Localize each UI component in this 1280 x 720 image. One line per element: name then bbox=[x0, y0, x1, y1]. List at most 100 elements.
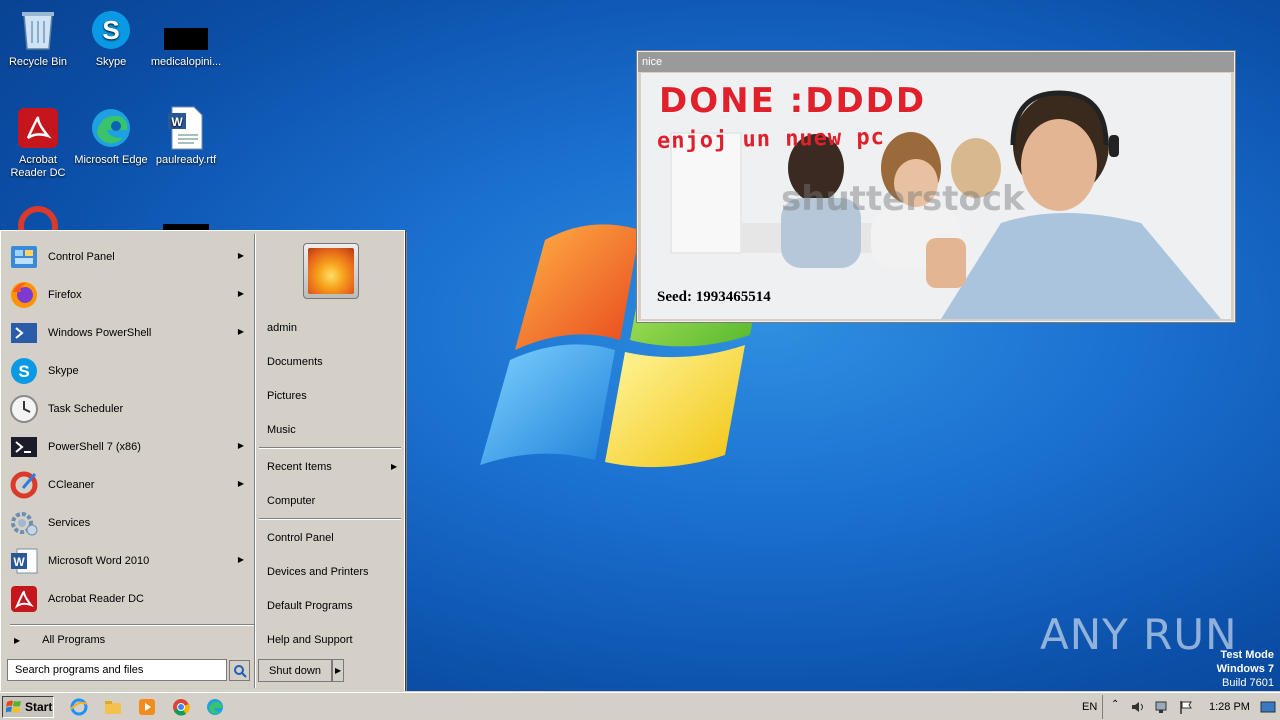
submenu-arrow-icon: ▶ bbox=[237, 555, 244, 564]
desktop-icon-label: paulready.rtf bbox=[155, 154, 217, 166]
places-item-admin[interactable]: admin bbox=[267, 322, 297, 334]
acrobat-icon bbox=[16, 106, 60, 150]
firefox-icon bbox=[8, 279, 40, 311]
gear-icon bbox=[8, 507, 40, 539]
submenu-arrow-icon: ▶ bbox=[237, 289, 244, 298]
desktop-icon-medicalopinion[interactable]: medicalopini... bbox=[148, 8, 224, 69]
stock-watermark: shutterstock bbox=[781, 179, 1025, 219]
search-input[interactable]: Search programs and files bbox=[7, 659, 227, 681]
file-black-icon bbox=[164, 8, 208, 52]
word-doc-icon: W bbox=[164, 106, 208, 150]
submenu-arrow-icon: ▶ bbox=[391, 462, 398, 471]
avatar[interactable] bbox=[303, 243, 359, 299]
submenu-arrow-icon: ▶ bbox=[237, 251, 244, 260]
desktop-icon-skype[interactable]: S Skype bbox=[73, 8, 149, 69]
network-icon[interactable] bbox=[1153, 698, 1171, 716]
ccleaner-icon bbox=[8, 469, 40, 501]
chrome-icon[interactable] bbox=[172, 698, 190, 716]
start-item-windows-powershell[interactable]: Windows PowerShell ▶ bbox=[8, 315, 254, 351]
desktop-icon-label: Microsoft Edge bbox=[74, 154, 148, 166]
svg-text:W: W bbox=[171, 115, 183, 129]
start-menu[interactable]: Control Panel ▶ Firefox ▶ Windows PowerS… bbox=[0, 230, 405, 692]
all-programs-arrow-icon: ▶ bbox=[14, 635, 21, 645]
acrobat-icon bbox=[8, 583, 40, 615]
places-item-computer[interactable]: Computer bbox=[267, 495, 315, 507]
show-desktop-icon[interactable] bbox=[1259, 698, 1277, 716]
start-item-label: Windows PowerShell bbox=[48, 327, 152, 339]
start-item-label: CCleaner bbox=[48, 479, 95, 491]
powershell-icon bbox=[8, 317, 40, 349]
edge-icon[interactable] bbox=[206, 698, 224, 716]
start-item-task-scheduler[interactable]: Task Scheduler bbox=[8, 391, 254, 427]
start-item-label: Acrobat Reader DC bbox=[48, 593, 144, 605]
skype-icon: S bbox=[8, 355, 40, 387]
svg-text:S: S bbox=[18, 362, 29, 381]
start-item-control-panel[interactable]: Control Panel ▶ bbox=[8, 239, 254, 275]
start-item-acrobat[interactable]: Acrobat Reader DC bbox=[8, 581, 254, 617]
action-center-flag-icon[interactable] bbox=[1177, 698, 1195, 716]
media-player-icon[interactable] bbox=[138, 698, 156, 716]
start-item-label: Services bbox=[48, 517, 91, 529]
popup-title[interactable]: nice bbox=[638, 52, 1234, 72]
places-divider bbox=[259, 447, 401, 449]
show-hidden-icons-icon[interactable]: ⌃ bbox=[1111, 699, 1119, 710]
places-item-help-support[interactable]: Help and Support bbox=[267, 634, 353, 646]
start-item-services[interactable]: Services bbox=[8, 505, 254, 541]
start-button[interactable]: Start bbox=[2, 696, 54, 718]
test-mode-label: Test Mode bbox=[1220, 649, 1274, 661]
start-item-label: Firefox bbox=[48, 289, 82, 301]
desktop-icon-edge[interactable]: Microsoft Edge bbox=[73, 106, 149, 167]
svg-text:S: S bbox=[102, 15, 119, 45]
start-item-label: Skype bbox=[48, 365, 79, 377]
all-programs[interactable]: ▶ All Programs bbox=[14, 634, 105, 646]
start-item-skype[interactable]: S Skype bbox=[8, 353, 254, 389]
start-item-ccleaner[interactable]: CCleaner ▶ bbox=[8, 467, 254, 503]
ccleaner-icon bbox=[16, 204, 60, 230]
popup-subline: enjoj un nuew pc bbox=[656, 125, 886, 154]
popup-window[interactable]: nice shutterstock DONE :DDDD enjoj un nu… bbox=[637, 51, 1235, 322]
desktop-icon-paulready[interactable]: W paulready.rtf bbox=[148, 106, 224, 167]
start-label: Start bbox=[25, 700, 53, 714]
start-menu-places: admin Documents Pictures Music Recent It… bbox=[257, 234, 403, 652]
explorer-icon[interactable] bbox=[104, 698, 122, 716]
places-item-music[interactable]: Music bbox=[267, 424, 296, 436]
search-button[interactable] bbox=[229, 660, 250, 681]
word-icon: W bbox=[8, 545, 40, 577]
start-menu-divider bbox=[10, 624, 254, 626]
edge-icon bbox=[89, 106, 133, 150]
volume-icon[interactable] bbox=[1129, 698, 1147, 716]
submenu-arrow-icon: ▶ bbox=[237, 479, 244, 488]
start-item-powershell7[interactable]: PowerShell 7 (x86) ▶ bbox=[8, 429, 254, 465]
start-menu-programs: Control Panel ▶ Firefox ▶ Windows PowerS… bbox=[4, 234, 254, 652]
test-mode-notice: Test Mode Windows 7 Build 7601 bbox=[1217, 648, 1274, 690]
desktop-icon-recycle-bin[interactable]: Recycle Bin bbox=[0, 8, 76, 69]
taskbar-clock[interactable]: 1:28 PM bbox=[1209, 701, 1250, 713]
start-item-word[interactable]: W Microsoft Word 2010 ▶ bbox=[8, 543, 254, 579]
flower-picture-icon bbox=[308, 248, 354, 294]
ie-icon[interactable] bbox=[70, 698, 88, 716]
build-label: Build 7601 bbox=[1222, 677, 1274, 689]
chevron-right-icon: ▶ bbox=[335, 666, 342, 675]
places-item-documents[interactable]: Documents bbox=[267, 356, 323, 368]
language-indicator[interactable]: EN bbox=[1082, 701, 1097, 713]
os-label: Windows 7 bbox=[1216, 663, 1274, 675]
seed-text: Seed: 1993465514 bbox=[657, 289, 771, 305]
shutdown-options-button[interactable]: ▶ bbox=[332, 659, 344, 682]
shutdown-button[interactable]: Shut down bbox=[258, 659, 332, 682]
places-item-default-programs[interactable]: Default Programs bbox=[267, 600, 353, 612]
places-item-recent-items[interactable]: Recent Items ▶ bbox=[267, 461, 397, 473]
places-item-devices-printers[interactable]: Devices and Printers bbox=[267, 566, 369, 578]
desktop-icon-partial-ccleaner[interactable] bbox=[0, 204, 76, 230]
submenu-arrow-icon: ▶ bbox=[237, 327, 244, 336]
control-panel-icon bbox=[8, 241, 40, 273]
places-item-control-panel[interactable]: Control Panel bbox=[267, 532, 334, 544]
start-item-label: Task Scheduler bbox=[48, 403, 124, 415]
start-item-label: Control Panel bbox=[48, 251, 115, 263]
taskbar: Start EN ⌃ 1:28 PM bbox=[0, 692, 1280, 720]
desktop-icon-acrobat[interactable]: Acrobat Reader DC bbox=[0, 106, 76, 180]
start-item-firefox[interactable]: Firefox ▶ bbox=[8, 277, 254, 313]
places-item-pictures[interactable]: Pictures bbox=[267, 390, 307, 402]
desktop-icon-label: medicalopini... bbox=[150, 56, 222, 68]
search-icon bbox=[233, 664, 247, 678]
all-programs-label: All Programs bbox=[42, 634, 106, 646]
